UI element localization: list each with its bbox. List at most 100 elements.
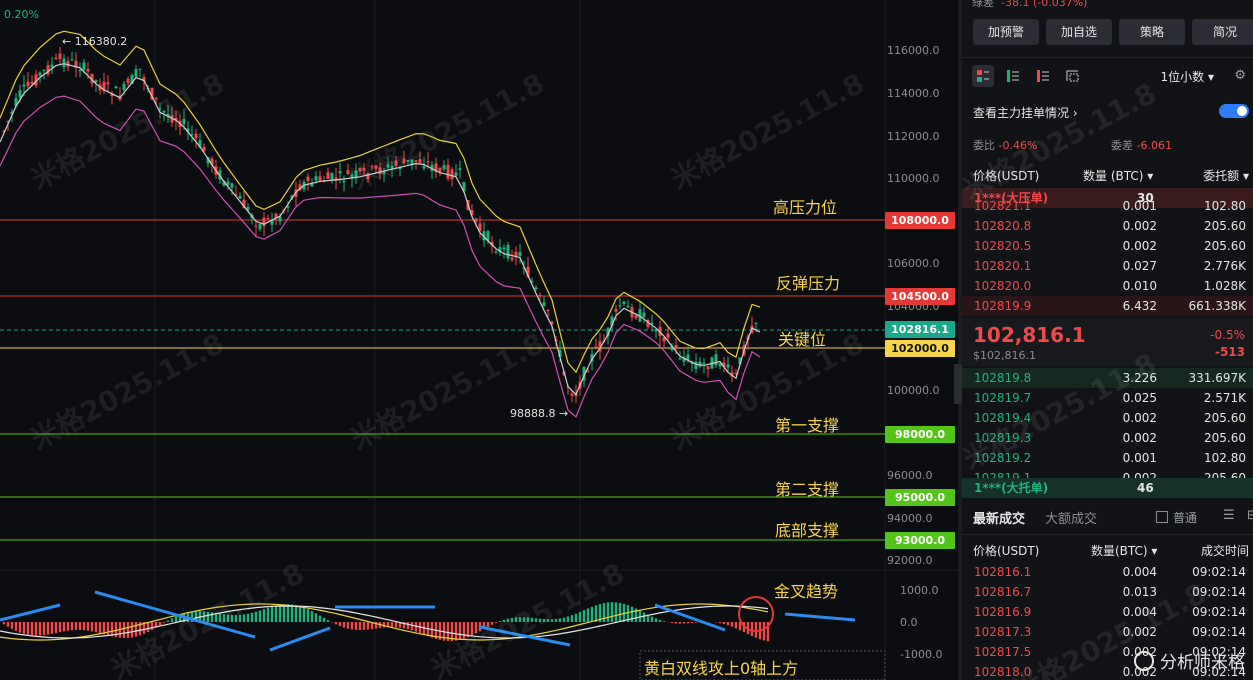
ask-row[interactable]: 102820.0 0.010 1.028K [962, 276, 1253, 296]
macd-bar [54, 622, 58, 634]
candle-body [506, 245, 510, 259]
level-price-tag: 95000.0 [885, 489, 955, 506]
tab-latest-trades[interactable]: 最新成交 [973, 512, 1025, 527]
main-orders-toggle[interactable] [1219, 104, 1249, 118]
ask-row[interactable]: 102821.1 0.001 102.80 [962, 196, 1253, 216]
trade-qty-select[interactable]: 数量(BTC) ▾ [1091, 542, 1157, 559]
brand-icon [1134, 651, 1154, 671]
macd-bar [318, 615, 322, 622]
candle-body [510, 257, 514, 260]
candle-body [50, 64, 54, 68]
macd-bar [546, 619, 550, 622]
watchlist-button[interactable]: 加自选 [1046, 19, 1112, 45]
expand-icon[interactable]: ⊟ [1247, 508, 1253, 523]
candle-body [726, 364, 730, 368]
filter-icon[interactable]: ☰ [1223, 508, 1235, 523]
candle-body [538, 295, 542, 297]
macd-bar [522, 617, 526, 622]
trend-arrow [784, 612, 856, 622]
big-buy-row: 1***(大托单) 46 [962, 478, 1253, 498]
macd-bar [762, 622, 766, 641]
candle-body [422, 166, 426, 169]
bid-row[interactable]: 102819.3 0.002 205.60 [962, 428, 1253, 448]
candle-body [70, 59, 74, 61]
qty-unit-select[interactable]: 数量 (BTC) ▾ [1083, 167, 1153, 184]
macd-bar [134, 622, 138, 637]
tab-big-trades[interactable]: 大额成交 [1045, 508, 1097, 527]
macd-bar [50, 622, 54, 634]
price-axis-label: 100000.0 [887, 384, 940, 397]
ratio-row: 委比 -0.46% 委差 -6.061 [973, 139, 1172, 152]
candle-body [82, 62, 86, 70]
strategy-button[interactable]: 策略 [1119, 19, 1185, 45]
trade-row[interactable]: 102817.3 0.002 09:02:14 [962, 622, 1253, 642]
bid-row[interactable]: 102819.2 0.001 102.80 [962, 448, 1253, 468]
macd-bar [10, 622, 14, 629]
candle-body [94, 80, 98, 83]
asks-only-icon[interactable] [1032, 65, 1054, 87]
macd-bar [526, 617, 530, 622]
macd-bar [722, 622, 726, 624]
depth-icon[interactable] [1062, 65, 1084, 87]
macd-bar [582, 610, 586, 622]
candle-body [458, 168, 462, 170]
candle-body [442, 165, 446, 170]
candlestick-chart[interactable]: 0.20% 116000.0 114000.0 112000.0 110000.0 10… [0, 0, 958, 680]
brand-label: 分析师米格 [1134, 648, 1245, 673]
overview-button[interactable]: 简况 [1192, 19, 1253, 45]
ask-row[interactable]: 102820.5 0.002 205.60 [962, 236, 1253, 256]
ask-row[interactable]: 102820.1 0.027 2.776K [962, 256, 1253, 276]
candle-body [342, 180, 346, 183]
bid-row[interactable]: 102819.8 3.226 331.697K [962, 368, 1253, 388]
candle-body [122, 83, 126, 90]
macd-bar [686, 622, 690, 624]
candle-body [386, 164, 390, 168]
macd-bar [366, 622, 370, 630]
macd-bar [518, 617, 522, 622]
macd-bar [474, 622, 478, 634]
bid-row[interactable]: 102819.4 0.002 205.60 [962, 408, 1253, 428]
candle-body [58, 53, 62, 59]
macd-bar [74, 622, 78, 630]
macd-bar [586, 608, 590, 622]
bids-only-icon[interactable] [1002, 65, 1024, 87]
last-price: 102,816.1 [973, 323, 1086, 347]
macd-bar [662, 621, 666, 622]
gear-icon[interactable]: ⚙ [1234, 68, 1246, 83]
trade-row[interactable]: 102816.7 0.013 09:02:14 [962, 582, 1253, 602]
macd-bar [306, 609, 310, 622]
macd-bar [490, 622, 494, 625]
alert-button[interactable]: 加预警 [973, 19, 1039, 45]
bid-row[interactable]: 102819.7 0.025 2.571K [962, 388, 1253, 408]
normal-checkbox[interactable]: 普通 [1156, 509, 1197, 526]
main-orders-label: 查看主力挂单情况 › [973, 106, 1078, 120]
candle-body [546, 309, 550, 312]
macd-bar [222, 614, 226, 622]
macd-bar [730, 622, 734, 627]
macd-bar [278, 604, 282, 622]
ask-row[interactable]: 102820.8 0.002 205.60 [962, 216, 1253, 236]
price-axis-label: 116000.0 [887, 44, 940, 57]
level-label: 高压力位 [773, 198, 838, 217]
macd-bar [694, 622, 698, 623]
trade-row[interactable]: 102816.1 0.004 09:02:14 [962, 562, 1253, 582]
macd-bar [262, 609, 266, 622]
macd-axis-label: 1000.0 [900, 584, 939, 597]
macd-bar [314, 613, 318, 622]
ask-row[interactable]: 102819.9 6.432 661.338K [962, 296, 1253, 316]
trade-row[interactable]: 102816.9 0.004 09:02:14 [962, 602, 1253, 622]
macd-bar [530, 617, 534, 622]
decimal-select[interactable]: 1位小数 ▾ [1161, 68, 1214, 85]
price-axis-label: 110000.0 [887, 172, 940, 185]
candle-body [54, 57, 58, 60]
candle-body [38, 72, 42, 76]
macd-bar [146, 622, 150, 633]
macd-bar [606, 602, 610, 622]
both-sides-icon[interactable] [972, 65, 994, 87]
candle-body [258, 223, 262, 230]
macd-bar [294, 605, 298, 622]
resize-handle[interactable] [954, 364, 962, 404]
macd-bar [338, 622, 342, 627]
candle-body [426, 161, 430, 163]
total-select[interactable]: 委托额 ▾ [1203, 167, 1249, 184]
